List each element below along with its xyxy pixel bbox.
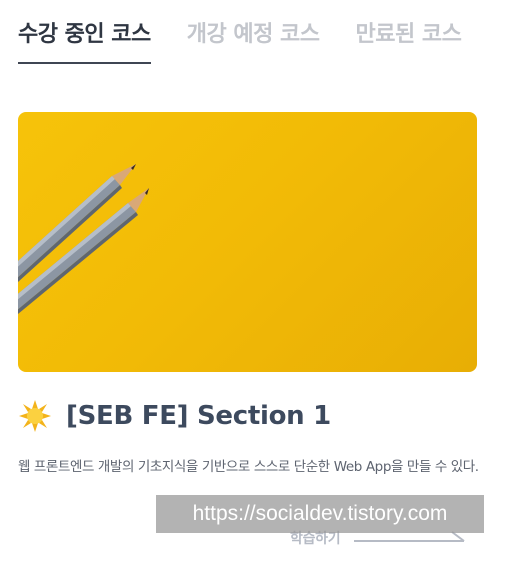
course-card: [SEB FE] Section 1 웹 프론트엔드 개발의 기초지식을 기반으… [18,112,479,480]
pencils-image [18,164,149,314]
course-thumbnail[interactable] [18,112,477,372]
arrow-right-icon [354,531,465,542]
course-title[interactable]: [SEB FE] Section 1 [66,401,331,431]
course-title-row: [SEB FE] Section 1 [18,398,478,434]
sun-icon [19,400,51,432]
course-description: 웹 프론트엔드 개발의 기초지식을 기반으로 스스로 단순한 Web App을 … [18,459,479,475]
watermark: https://socialdev.tistory.com [156,495,484,533]
tab-upcoming[interactable]: 개강 예정 코스 [187,18,320,52]
tab-expired[interactable]: 만료된 코스 [356,18,462,52]
course-page: 수강 중인 코스 개강 예정 코스 만료된 코스 [SEB FE] Sectio… [0,0,524,574]
tab-in-progress[interactable]: 수강 중인 코스 [18,18,151,64]
course-tabs: 수강 중인 코스 개강 예정 코스 만료된 코스 [18,18,524,66]
